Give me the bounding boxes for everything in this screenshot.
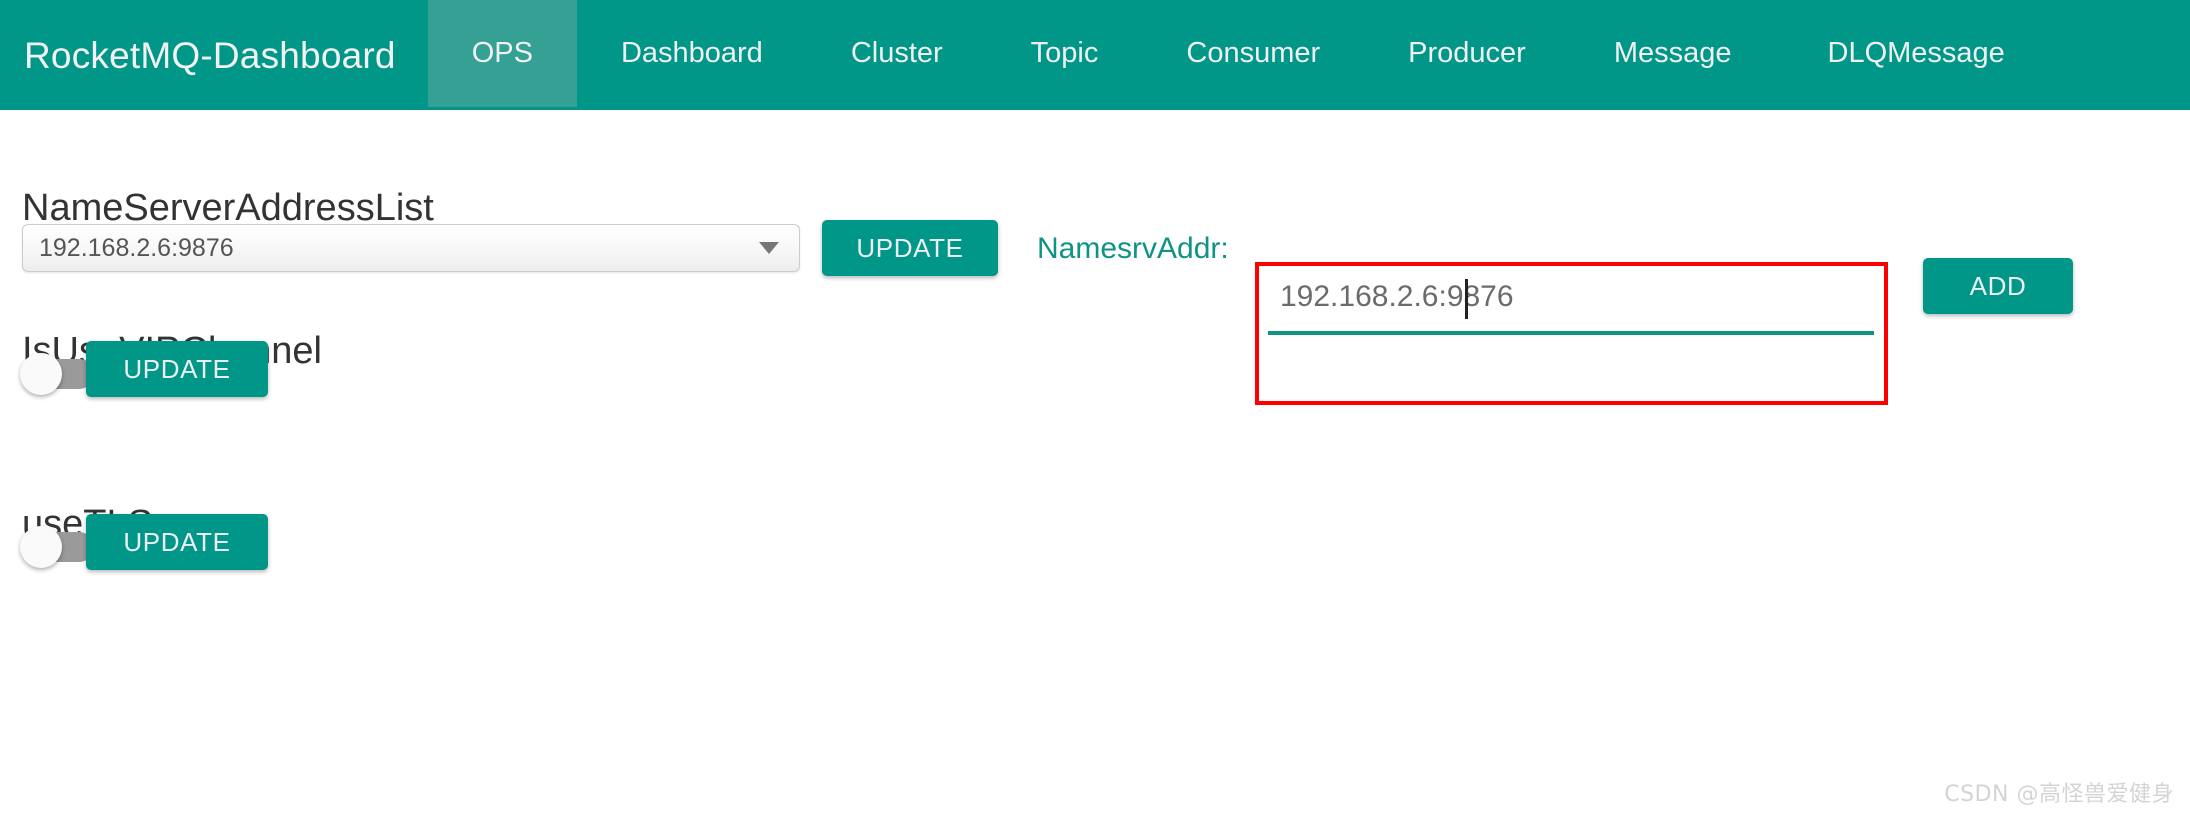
nav-item-dashboard[interactable]: Dashboard — [577, 0, 807, 107]
main-content: NameServerAddressList 192.168.2.6:9876 U… — [0, 110, 2190, 818]
nav-item-dlqmessage[interactable]: DLQMessage — [1776, 0, 2057, 107]
update-use-tls-button[interactable]: UPDATE — [86, 514, 268, 570]
add-namesrv-button[interactable]: ADD — [1923, 258, 2073, 314]
nav-item-consumer[interactable]: Consumer — [1142, 0, 1364, 107]
vip-channel-toggle-knob — [20, 353, 62, 395]
watermark-text: CSDN @高怪兽爱健身 — [1944, 782, 2174, 807]
nav-item-message[interactable]: Message — [1570, 0, 1776, 107]
top-navbar: RocketMQ-Dashboard OPS Dashboard Cluster… — [0, 0, 2190, 110]
nav-item-producer[interactable]: Producer — [1364, 0, 1570, 107]
namesrv-addr-input[interactable] — [1268, 273, 1874, 335]
use-tls-toggle[interactable] — [20, 526, 96, 568]
text-cursor-icon — [1465, 279, 1468, 319]
nav-item-ops[interactable]: OPS — [427, 0, 577, 107]
nav-item-cluster[interactable]: Cluster — [807, 0, 987, 107]
update-nameserver-button[interactable]: UPDATE — [822, 220, 998, 276]
nameserver-address-select-value: 192.168.2.6:9876 — [39, 233, 234, 262]
nameserver-address-select[interactable]: 192.168.2.6:9876 — [22, 224, 800, 272]
brand-title: RocketMQ-Dashboard — [24, 34, 396, 76]
nav-items: OPS Dashboard Cluster Topic Consumer Pro… — [427, 0, 2057, 110]
vip-channel-toggle[interactable] — [20, 353, 96, 395]
namesrv-addr-label: NamesrvAddr: — [1037, 232, 1229, 265]
nav-item-topic[interactable]: Topic — [987, 0, 1143, 107]
section-title-nameserver: NameServerAddressList — [22, 187, 434, 229]
use-tls-toggle-knob — [20, 526, 62, 568]
chevron-down-icon — [759, 242, 779, 254]
update-vip-channel-button[interactable]: UPDATE — [86, 341, 268, 397]
namesrv-input-wrapper — [1268, 273, 1874, 353]
